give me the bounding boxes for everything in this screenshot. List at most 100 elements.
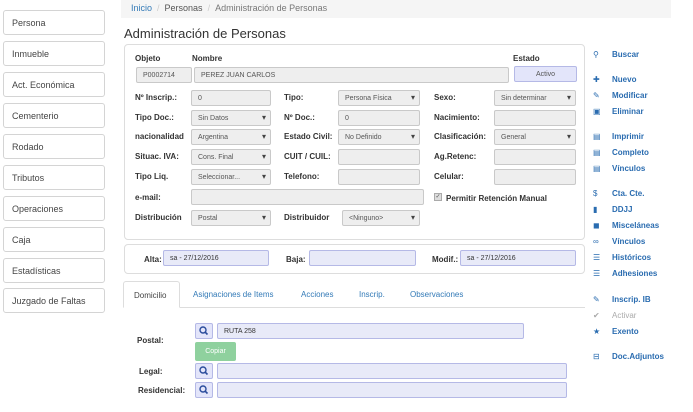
sidebar-item-inmueble[interactable]: Inmueble <box>3 41 105 66</box>
legal-field[interactable] <box>217 363 567 379</box>
sidebar-item-act-economica[interactable]: Act. Económica <box>3 72 105 97</box>
postal-field[interactable]: RUTA 258 <box>217 323 524 339</box>
sidebar-item-operaciones[interactable]: Operaciones <box>3 196 105 221</box>
tipo-select[interactable]: Persona Física <box>338 90 420 106</box>
pencil-icon: ✎ <box>593 295 600 304</box>
completo-action[interactable]: ▤ Completo <box>593 148 649 157</box>
print-icon: ▤ <box>593 132 601 141</box>
ddjj-action[interactable]: ▮ DDJJ <box>593 205 632 214</box>
estado-civil-select[interactable]: No Definido <box>338 129 420 145</box>
sidebar-item-tributos[interactable]: Tributos <box>3 165 105 190</box>
tab-acciones[interactable]: Acciones <box>301 281 333 308</box>
eliminar-action[interactable]: ▣ Eliminar <box>593 107 644 116</box>
sidebar-item-label: Rodado <box>12 142 44 152</box>
legal-search-button[interactable] <box>195 363 213 379</box>
telefono-field[interactable] <box>338 169 420 185</box>
sidebar-item-rodado[interactable]: Rodado <box>3 134 105 159</box>
modif-field[interactable]: sa - 27/12/2016 <box>460 250 576 266</box>
sexo-label: Sexo: <box>434 93 456 102</box>
cta-cte-action[interactable]: $ Cta. Cte. <box>593 189 644 198</box>
inscrip-field[interactable]: 0 <box>191 90 271 106</box>
print-icon: ▤ <box>593 148 601 157</box>
nombre-label: Nombre <box>192 54 223 63</box>
objeto-field[interactable]: P0002714 <box>136 67 192 83</box>
search-icon <box>199 385 209 395</box>
nacimiento-field[interactable] <box>494 110 576 126</box>
cuit-field[interactable] <box>338 149 420 165</box>
vinculos-print-action[interactable]: ▤ Vínculos <box>593 164 645 173</box>
archive-icon: ⊟ <box>593 352 600 361</box>
breadcrumb-section-link[interactable]: Personas <box>165 3 203 13</box>
buscar-action[interactable]: ⚲ Buscar <box>593 50 639 59</box>
alta-label: Alta: <box>144 255 162 264</box>
celular-field[interactable] <box>494 169 576 185</box>
nuevo-action[interactable]: ✚ Nuevo <box>593 75 636 84</box>
nombre-field[interactable]: PEREZ JUAN CARLOS <box>194 67 509 83</box>
exento-action[interactable]: ★ Exento <box>593 327 639 336</box>
postal-search-button[interactable] <box>195 323 213 339</box>
nacionalidad-select[interactable]: Argentina <box>191 129 271 145</box>
tipo-liq-label: Tipo Liq. <box>135 172 169 181</box>
distribucion-select[interactable]: Postal <box>191 210 271 226</box>
ag-retenc-field[interactable] <box>494 149 576 165</box>
book-icon: ▮ <box>593 205 598 214</box>
distribucion-label: Distribución <box>135 213 182 222</box>
residencial-search-button[interactable] <box>195 382 213 398</box>
page-title: Administración de Personas <box>124 26 286 41</box>
alta-field[interactable]: sa - 27/12/2016 <box>163 250 269 266</box>
pencil-icon: ✎ <box>593 91 600 100</box>
distribuidor-select[interactable]: <Ninguno> <box>342 210 420 226</box>
vinculos-action[interactable]: ∞ Vínculos <box>593 237 645 246</box>
tab-inscrip[interactable]: Inscrip. <box>359 281 385 308</box>
situac-iva-label: Situac. IVA: <box>135 152 179 161</box>
breadcrumb: Inicio / Personas / Administración de Person… <box>121 0 671 18</box>
nro-doc-field[interactable]: 0 <box>338 110 420 126</box>
imprimir-action[interactable]: ▤ Imprimir <box>593 132 644 141</box>
sidebar-item-label: Caja <box>12 235 31 245</box>
nro-doc-label: Nº Doc.: <box>284 113 315 122</box>
breadcrumb-separator: / <box>157 3 160 13</box>
email-label: e-mail: <box>135 193 161 202</box>
sidebar-item-persona[interactable]: Persona <box>3 10 105 35</box>
tab-observaciones[interactable]: Observaciones <box>410 281 463 308</box>
search-icon <box>199 326 209 336</box>
sexo-select[interactable]: Sin determinar <box>494 90 576 106</box>
legal-label: Legal: <box>139 367 163 376</box>
situac-iva-select[interactable]: Cons. Final <box>191 149 271 165</box>
sidebar-item-caja[interactable]: Caja <box>3 227 105 252</box>
tab-domicilio[interactable]: Domicilio <box>123 281 180 308</box>
permitir-retencion-label: Permitir Retención Manual <box>446 194 547 203</box>
tipo-liq-select[interactable]: Seleccionar... <box>191 169 271 185</box>
sidebar-item-juzgado-de-faltas[interactable]: Juzgado de Faltas <box>3 288 105 313</box>
adhesiones-action[interactable]: ☰ Adhesiones <box>593 269 657 278</box>
tipo-doc-select[interactable]: Sin Datos <box>191 110 271 126</box>
sidebar-item-cementerio[interactable]: Cementerio <box>3 103 105 128</box>
estado-badge: Activo <box>514 66 577 82</box>
modificar-action[interactable]: ✎ Modificar <box>593 91 648 100</box>
historicos-action[interactable]: ☰ Históricos <box>593 253 651 262</box>
sidebar: Persona Inmueble Act. Económica Cementer… <box>0 0 110 412</box>
residencial-field[interactable] <box>217 382 567 398</box>
email-field[interactable] <box>191 189 424 205</box>
doc-adjuntos-action[interactable]: ⊟ Doc.Adjuntos <box>593 352 664 361</box>
inscrip-ib-action[interactable]: ✎ Inscrip. IB <box>593 295 651 304</box>
sidebar-item-estadisticas[interactable]: Estadísticas <box>3 258 105 283</box>
clasificacion-select[interactable]: General <box>494 129 576 145</box>
trash-icon: ▣ <box>593 107 601 116</box>
plus-icon: ✚ <box>593 75 600 84</box>
baja-field[interactable] <box>309 250 416 266</box>
sidebar-item-label: Cementerio <box>12 111 59 121</box>
baja-label: Baja: <box>286 255 306 264</box>
activar-action[interactable]: ✔ Activar <box>593 311 636 320</box>
print-icon: ▤ <box>593 164 601 173</box>
sidebar-item-label: Inmueble <box>12 49 50 59</box>
tab-asignaciones-de-items[interactable]: Asignaciones de Items <box>193 281 274 308</box>
tipo-label: Tipo: <box>284 93 304 102</box>
copy-button[interactable]: Copiar <box>195 342 236 361</box>
cuit-label: CUIT / CUIL: <box>284 152 331 161</box>
miscelaneas-action[interactable]: ◼ Misceláneas <box>593 221 659 230</box>
permitir-retencion-checkbox[interactable]: ✓ <box>434 193 442 201</box>
search-icon <box>199 366 209 376</box>
nacimiento-label: Nacimiento: <box>434 113 480 122</box>
breadcrumb-home-link[interactable]: Inicio <box>131 3 152 13</box>
